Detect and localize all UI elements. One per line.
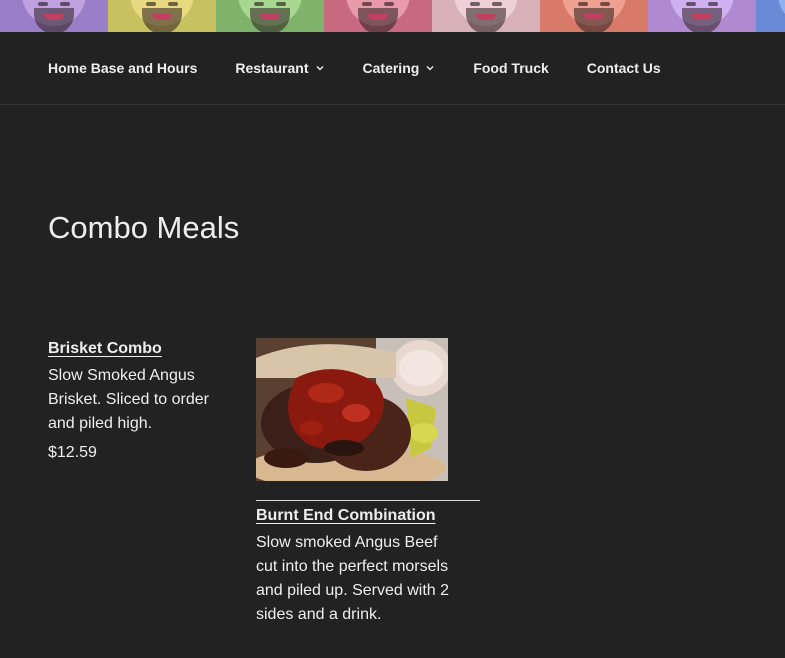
banner-mouth: [368, 14, 388, 20]
menu-item-price: $12.59: [48, 444, 97, 461]
nav-restaurant[interactable]: Restaurant: [235, 60, 324, 76]
food-photo-illustration: [256, 338, 448, 481]
banner-tile: [540, 0, 648, 32]
banner-beard: [466, 8, 506, 32]
menu-item-title-link[interactable]: Burnt End Combination: [256, 507, 480, 525]
nav-contact-us[interactable]: Contact Us: [587, 60, 661, 76]
banner-eye: [38, 2, 48, 6]
nav-home-base-and-hours[interactable]: Home Base and Hours: [48, 60, 197, 76]
banner-mouth: [584, 14, 604, 20]
banner-mouth: [692, 14, 712, 20]
banner-eye: [600, 2, 610, 6]
banner-tile: [324, 0, 432, 32]
menu-item-burnt-end-combination: Burnt End Combination Slow smoked Angus …: [256, 338, 480, 627]
banner-mouth: [44, 14, 64, 20]
nav-label: Contact Us: [586, 60, 661, 76]
banner-beard: [34, 8, 74, 32]
nav-food-truck[interactable]: Food Truck: [473, 60, 548, 76]
nav-label: Home Base and Hours: [48, 60, 198, 76]
banner-beard: [574, 8, 614, 32]
banner-eye: [146, 2, 156, 6]
nav-label: Catering: [362, 60, 420, 76]
banner-beard: [250, 8, 290, 32]
banner-eye: [578, 2, 588, 6]
banner-tile: [108, 0, 216, 32]
banner-eye: [470, 2, 480, 6]
banner-eye: [492, 2, 502, 6]
banner-mouth: [260, 14, 280, 20]
banner-eye: [60, 2, 70, 6]
header-banner-image: [0, 0, 785, 32]
banner-tile: [648, 0, 756, 32]
banner-eye: [276, 2, 286, 6]
chevron-down-icon: [426, 66, 434, 71]
menu-item-brisket-combo: Brisket Combo Slow Smoked Angus Brisket.…: [48, 340, 228, 462]
banner-tile: [756, 0, 785, 32]
banner-eye: [708, 2, 718, 6]
nav-label: Food Truck: [473, 60, 549, 76]
banner-beard: [142, 8, 182, 32]
chevron-down-icon: [316, 66, 324, 71]
banner-beard: [682, 8, 722, 32]
banner-mouth: [152, 14, 172, 20]
menu-item-description: Slow Smoked Angus Brisket. Sliced to ord…: [48, 367, 209, 432]
banner-eye: [168, 2, 178, 6]
banner-eye: [254, 2, 264, 6]
banner-tile: [432, 0, 540, 32]
main-navigation: Home Base and Hours Restaurant Catering …: [0, 32, 785, 105]
nav-label: Restaurant: [235, 60, 309, 76]
burnt-ends-sandwich-photo[interactable]: [256, 338, 448, 481]
banner-eye: [384, 2, 394, 6]
banner-tile: [0, 0, 108, 32]
banner-eye: [686, 2, 696, 6]
banner-face: [778, 0, 785, 26]
page-title: Combo Meals: [48, 210, 240, 245]
menu-item-title-link[interactable]: Brisket Combo: [48, 340, 228, 358]
divider: [256, 500, 480, 501]
menu-item-description: Slow smoked Angus Beef cut into the perf…: [256, 534, 450, 623]
nav-catering[interactable]: Catering: [363, 60, 436, 76]
banner-tile: [216, 0, 324, 32]
banner-mouth: [476, 14, 496, 20]
banner-beard: [358, 8, 398, 32]
banner-eye: [362, 2, 372, 6]
